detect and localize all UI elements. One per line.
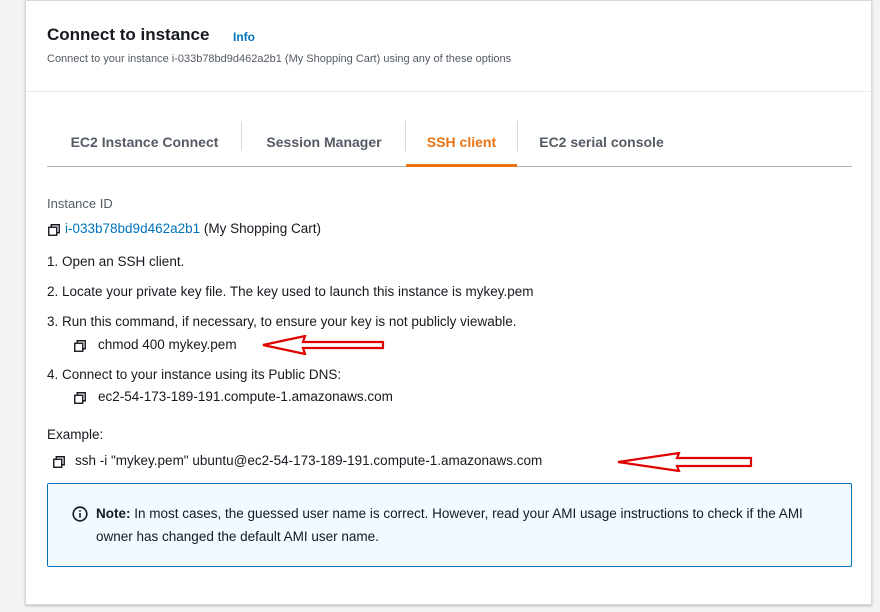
tab-ec2-serial-console[interactable]: EC2 serial console [518, 118, 685, 165]
info-link[interactable]: Info [233, 30, 255, 44]
info-circle-icon [72, 506, 88, 522]
public-dns: ec2-54-173-189-191.compute-1.amazonaws.c… [98, 389, 393, 404]
example-ssh-command: ssh -i "mykey.pem" ubuntu@ec2-54-173-189… [75, 453, 543, 468]
annotation-arrow-ssh [617, 452, 753, 472]
annotation-arrow-chmod [262, 335, 385, 355]
example-label: Example: [47, 427, 104, 442]
instance-id-label: Instance ID [47, 196, 113, 211]
copy-icon[interactable] [53, 456, 65, 468]
tab-ssh-client[interactable]: SSH client [406, 118, 517, 167]
note-label: Note: [96, 506, 131, 521]
step-1: 1. Open an SSH client. [47, 254, 185, 269]
tab-bar: EC2 Instance Connect Session Manager SSH… [47, 118, 852, 167]
connect-panel: Connect to instance Info Connect to your… [25, 0, 872, 605]
note-text: Note: In most cases, the guessed user na… [96, 502, 826, 548]
copy-icon[interactable] [48, 224, 60, 236]
step-4: 4. Connect to your instance using its Pu… [47, 367, 342, 382]
instance-id-link[interactable]: i-033b78bd9d462a2b1 [65, 221, 200, 236]
step-2: 2. Locate your private key file. The key… [47, 284, 534, 299]
chmod-command: chmod 400 mykey.pem [98, 337, 237, 352]
instance-name: (My Shopping Cart) [203, 221, 321, 236]
panel-header: Connect to instance Info Connect to your… [26, 1, 871, 92]
copy-icon[interactable] [74, 340, 86, 352]
panel-title: Connect to instance [47, 25, 210, 44]
tab-ec2-instance-connect[interactable]: EC2 Instance Connect [47, 118, 242, 165]
panel-subtitle: Connect to your instance i-033b78bd9d462… [47, 53, 512, 65]
instance-id-row: i-033b78bd9d462a2b1 (My Shopping Cart) [65, 221, 321, 236]
step-3: 3. Run this command, if necessary, to en… [47, 314, 517, 329]
copy-icon[interactable] [74, 392, 86, 404]
note-body: In most cases, the guessed user name is … [96, 506, 803, 544]
note-alert: Note: In most cases, the guessed user na… [47, 483, 852, 567]
tab-session-manager[interactable]: Session Manager [242, 118, 406, 165]
